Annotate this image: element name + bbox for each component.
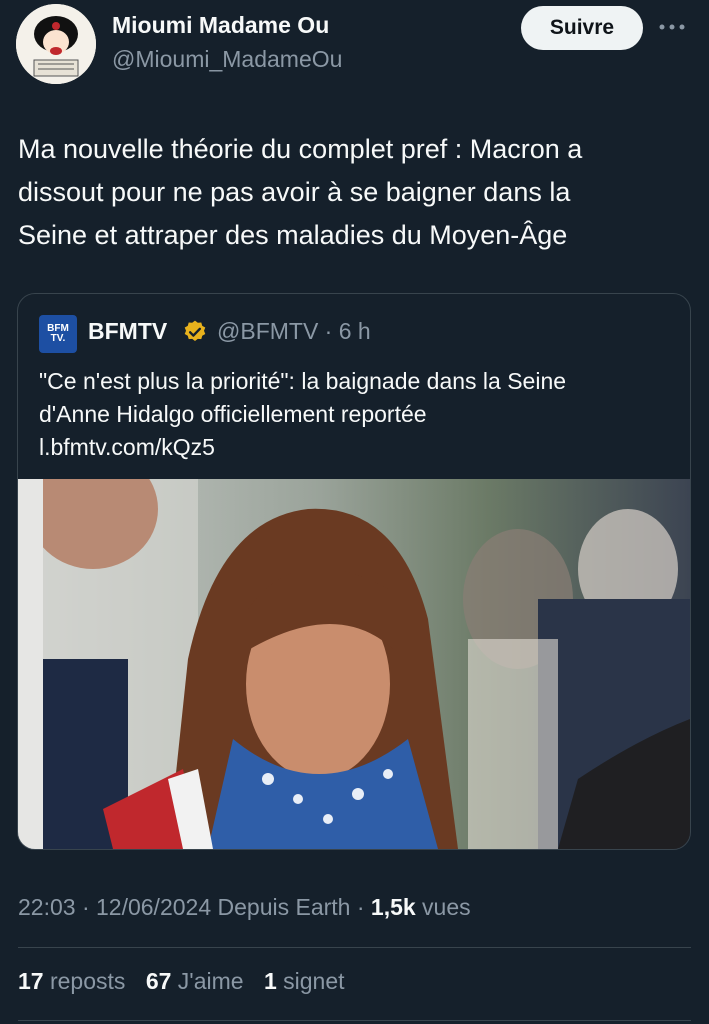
more-dots-icon[interactable] bbox=[652, 12, 692, 42]
logo-text: TV. bbox=[50, 333, 66, 344]
bookmarks-count: 1 bbox=[263, 968, 277, 994]
tweet-text-line: dissout pour ne pas avoir à se baigner d… bbox=[18, 177, 571, 207]
views-count: 1,5k bbox=[370, 894, 416, 920]
quoted-text: "Ce n'est plus la priorité": la baignade… bbox=[39, 365, 679, 464]
bookmarks-stat[interactable]: 1 signet bbox=[264, 968, 345, 994]
bfmtv-logo: BFM TV. bbox=[39, 315, 77, 353]
tweet-text-line: Seine et attraper des maladies du Moyen-… bbox=[18, 220, 568, 250]
reposts-count: 17 bbox=[18, 968, 44, 994]
author-handle[interactable]: @Mioumi_MadameOu bbox=[112, 46, 342, 73]
avatar[interactable] bbox=[16, 4, 96, 84]
likes-label: J'aime bbox=[177, 968, 244, 994]
photo-illustration bbox=[18, 479, 690, 849]
engagement-stats: 17 reposts 67 J'aime 1 signet bbox=[18, 968, 359, 995]
divider bbox=[18, 1020, 691, 1021]
reposts-stat[interactable]: 17 reposts bbox=[18, 968, 125, 994]
timestamp-source[interactable]: 22:03 · 12/06/2024 Depuis Earth · bbox=[18, 894, 371, 920]
quoted-link[interactable]: l.bfmtv.com/kQz5 bbox=[39, 431, 679, 464]
tweet-header: Mioumi Madame Ou @Mioumi_MadameOu Suivre bbox=[0, 0, 709, 100]
quoted-text-line: d'Anne Hidalgo officiellement reportée bbox=[39, 401, 427, 427]
reposts-label: reposts bbox=[49, 968, 126, 994]
likes-count: 67 bbox=[145, 968, 172, 994]
views-label: vues bbox=[415, 894, 471, 920]
quoted-handle-time: @BFMTV · 6 h bbox=[217, 318, 371, 344]
bookmarks-label: signet bbox=[283, 968, 345, 994]
author-name[interactable]: Mioumi Madame Ou bbox=[112, 12, 329, 39]
divider bbox=[18, 947, 691, 948]
quoted-photo[interactable] bbox=[18, 479, 690, 849]
avatar-illustration bbox=[16, 4, 96, 84]
quoted-tweet[interactable]: BFM TV. BFMTV @BFMTV · 6 h "Ce n'est plu… bbox=[17, 293, 691, 850]
quoted-text-line: "Ce n'est plus la priorité": la baignade… bbox=[39, 368, 567, 394]
verified-badge-icon bbox=[184, 320, 206, 341]
follow-button[interactable]: Suivre bbox=[521, 6, 643, 50]
tweet-text-line: Ma nouvelle théorie du complet pref : Ma… bbox=[18, 134, 583, 164]
tweet-text: Ma nouvelle théorie du complet pref : Ma… bbox=[18, 128, 688, 257]
tweet-meta: 22:03 · 12/06/2024 Depuis Earth · 1,5k v… bbox=[18, 894, 471, 921]
quoted-author-name: BFMTV bbox=[88, 318, 168, 344]
likes-stat[interactable]: 67 J'aime bbox=[146, 968, 244, 994]
